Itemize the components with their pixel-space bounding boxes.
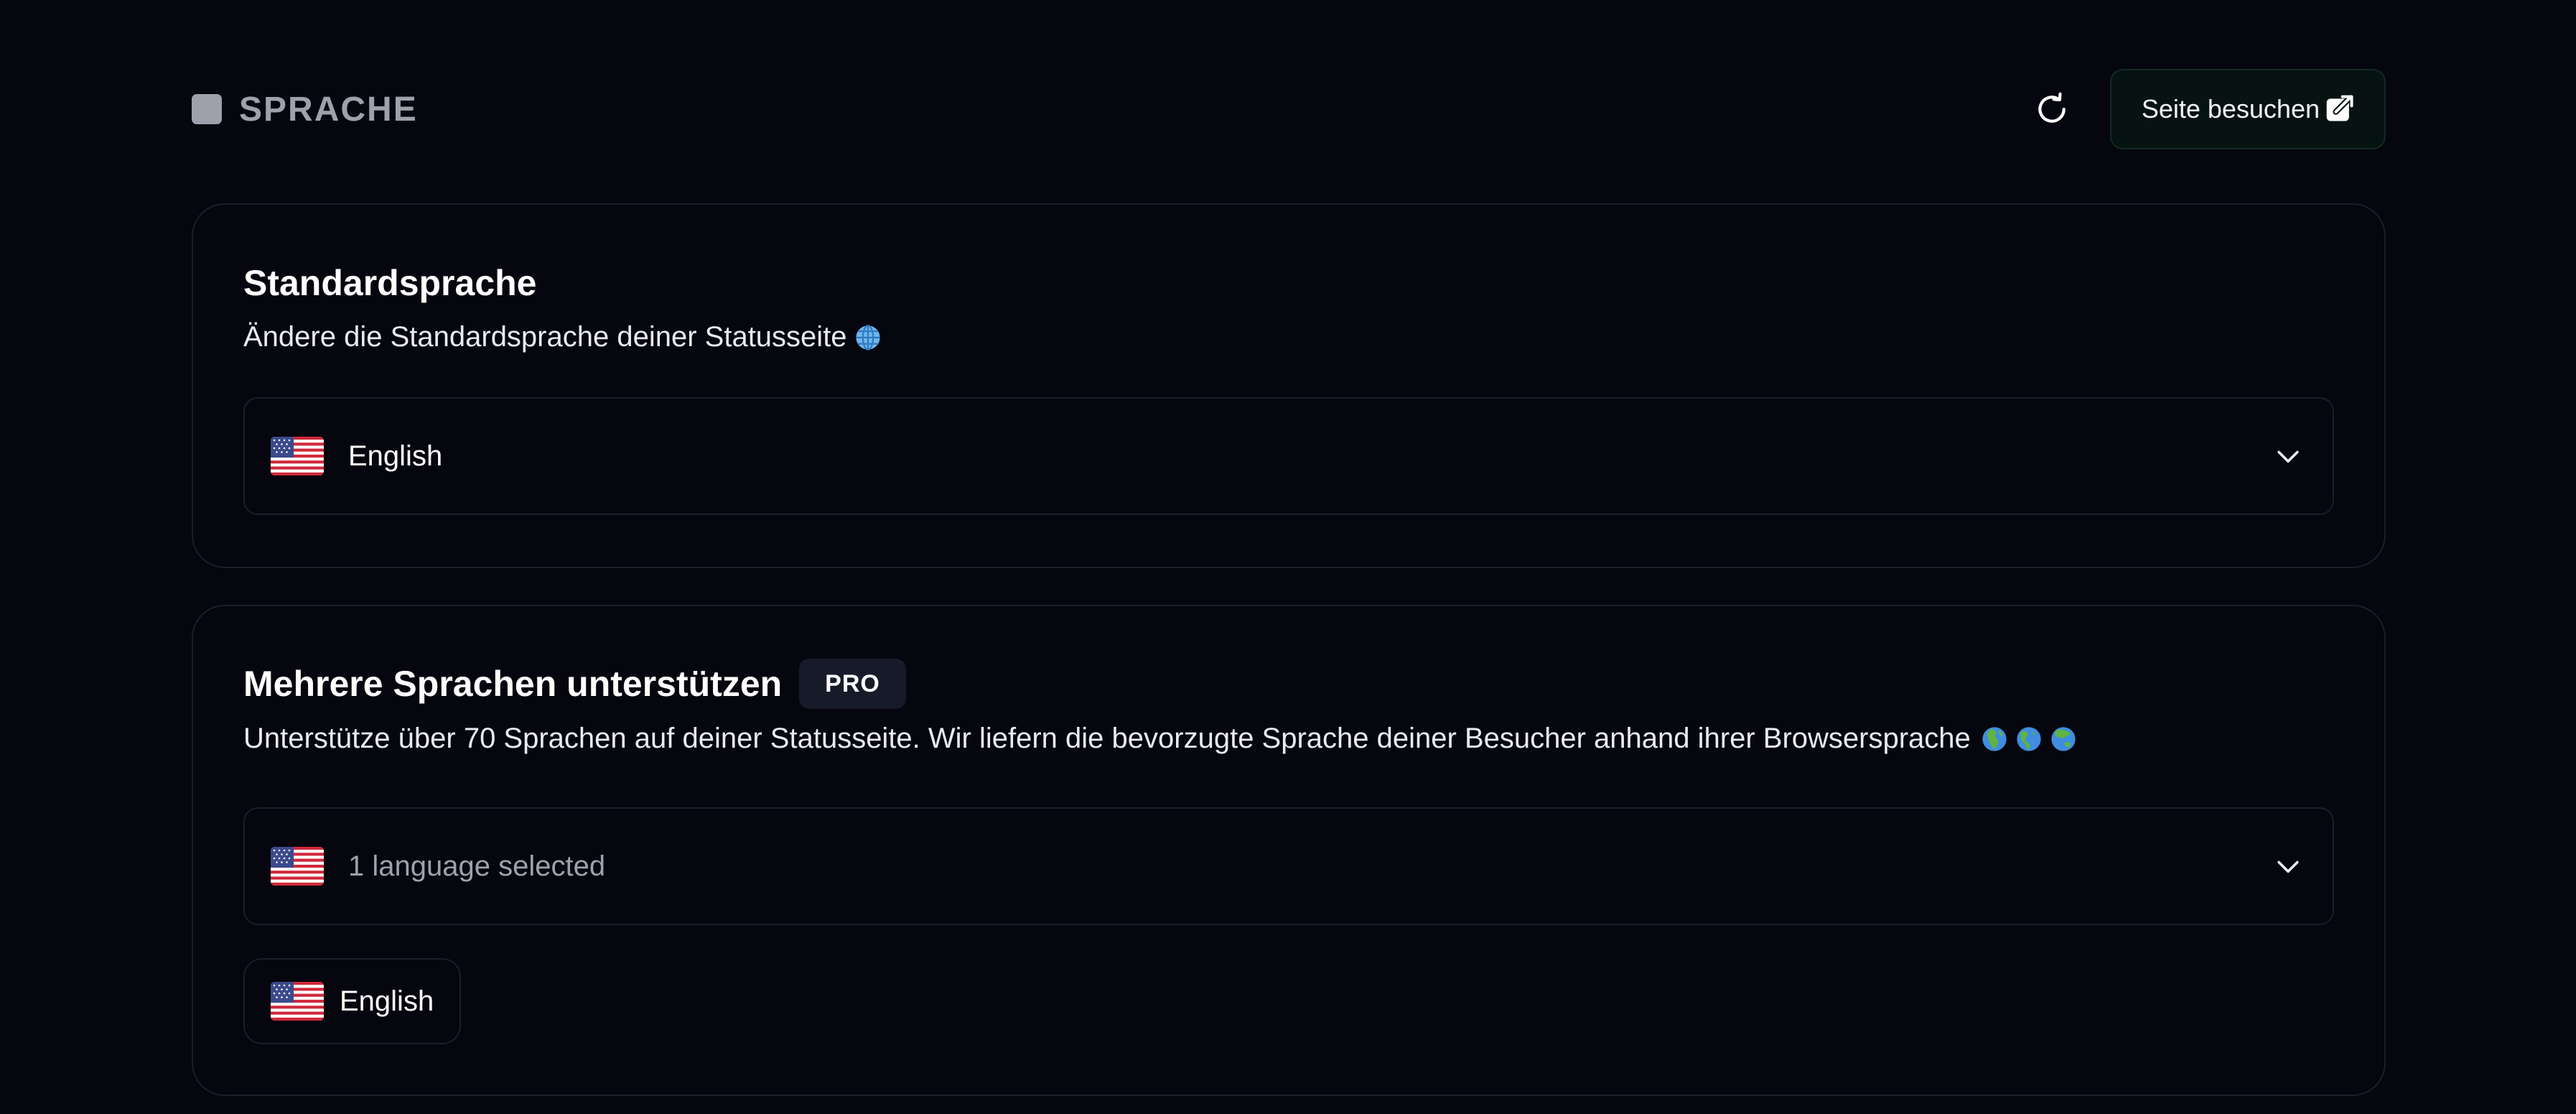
- visit-page-button[interactable]: Seite besuchen: [2109, 69, 2386, 149]
- globe-europe-africa-icon: [1982, 726, 2007, 751]
- multi-language-description-text: Unterstütze über 70 Sprachen auf deiner …: [243, 723, 1971, 754]
- default-language-value: English: [348, 440, 443, 472]
- chevron-down-icon: [2277, 450, 2299, 463]
- refresh-icon: [2038, 92, 2066, 123]
- language-chip-label: English: [340, 985, 434, 1017]
- us-flag-icon: [271, 847, 324, 886]
- globe-americas-icon: [2017, 726, 2041, 751]
- section-square-icon: [192, 94, 222, 124]
- globe-asia-australia-icon: [2051, 726, 2076, 751]
- multi-language-card: Mehrere Sprachen unterstützen PRO Unters…: [192, 605, 2386, 1096]
- chevron-down-icon: [2277, 860, 2299, 873]
- us-flag-icon: [271, 437, 324, 475]
- multi-language-title: Mehrere Sprachen unterstützen PRO: [243, 659, 906, 709]
- globe-meridians-icon: [855, 324, 880, 351]
- default-language-select[interactable]: English: [243, 397, 2334, 515]
- refresh-button[interactable]: [2027, 84, 2077, 134]
- visit-page-label: Seite besuchen: [2141, 94, 2320, 124]
- multi-language-description: Unterstütze über 70 Sprachen auf deiner …: [243, 723, 2077, 755]
- default-language-title: Standardsprache: [243, 262, 536, 304]
- section-title: SPRACHE: [239, 90, 418, 129]
- supported-languages-select[interactable]: 1 language selected: [243, 807, 2334, 925]
- default-language-card: Standardsprache Ändere die Standardsprac…: [192, 203, 2386, 568]
- multi-language-title-text: Mehrere Sprachen unterstützen: [243, 664, 783, 704]
- section-header: SPRACHE Seite besuchen: [192, 69, 2386, 149]
- language-settings-page: SPRACHE Seite besuchen Standardsprache Ä…: [0, 0, 2576, 1114]
- default-language-title-text: Standardsprache: [243, 263, 537, 303]
- earth-globes: [1981, 725, 2077, 753]
- section-heading: SPRACHE: [192, 90, 418, 129]
- us-flag-icon: [271, 982, 324, 1021]
- supported-languages-summary: 1 language selected: [348, 850, 606, 882]
- default-language-description-text: Ändere die Standardsprache deiner Status…: [243, 321, 847, 353]
- default-language-description: Ändere die Standardsprache deiner Status…: [243, 321, 882, 353]
- external-link-icon: [2326, 93, 2355, 121]
- header-actions: Seite besuchen: [2027, 69, 2386, 149]
- pro-badge: PRO: [799, 659, 906, 709]
- language-chip-english[interactable]: English: [243, 958, 462, 1044]
